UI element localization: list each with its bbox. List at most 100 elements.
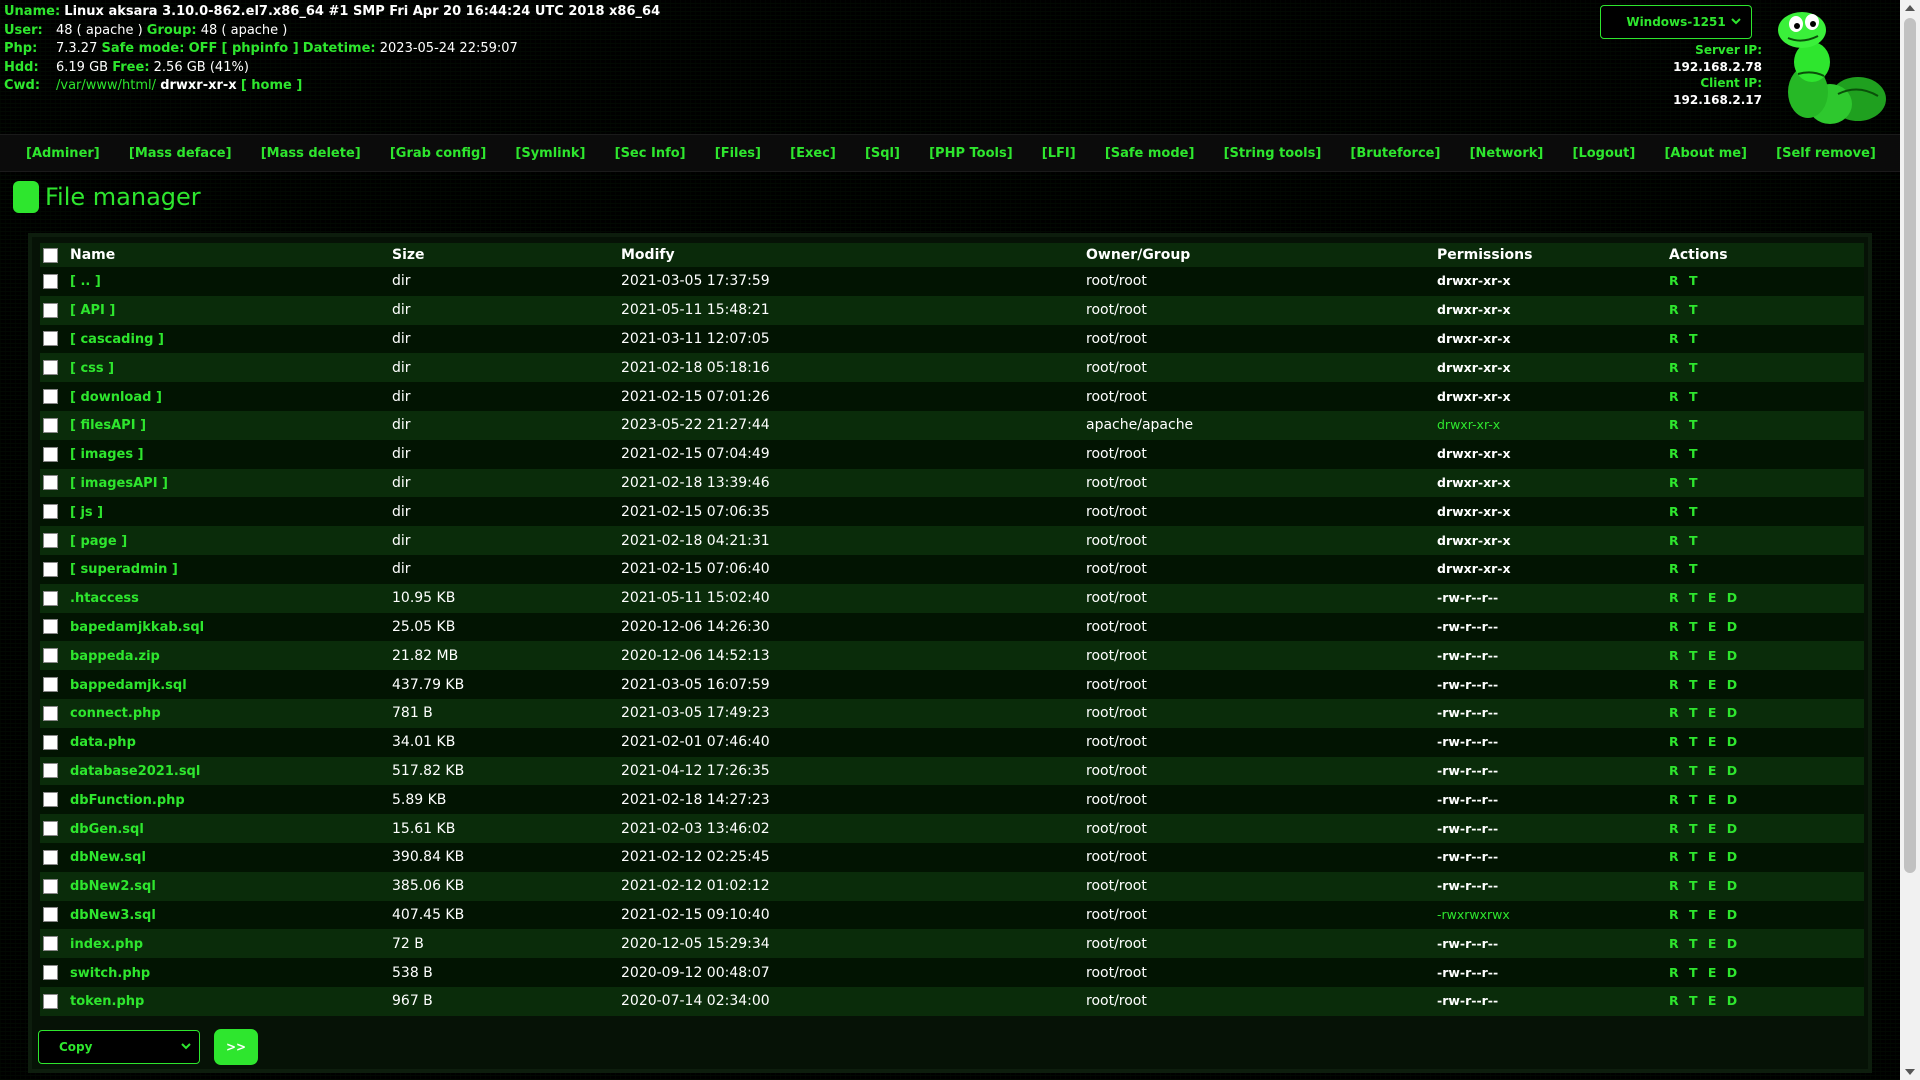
file-permissions-link[interactable]: -rw-r--r-- [1437,619,1498,634]
row-checkbox[interactable] [43,792,58,808]
file-actions[interactable]: R T [1669,561,1701,576]
file-name-link[interactable]: [ download ] [70,390,162,405]
bulk-go-button[interactable]: >> [214,1029,258,1065]
file-name-link[interactable]: [ imagesAPI ] [70,476,168,491]
row-checkbox[interactable] [43,993,58,1009]
file-actions[interactable]: R T E D [1669,993,1740,1008]
row-checkbox[interactable] [43,302,58,318]
column-header-owner[interactable]: Owner/Group [1086,243,1437,267]
file-name-link[interactable]: .htaccess [70,591,139,606]
file-actions[interactable]: R T [1669,504,1701,519]
file-permissions-link[interactable]: drwxr-xr-x [1437,446,1511,461]
file-actions[interactable]: R T E D [1669,648,1740,663]
file-name-link[interactable]: [ API ] [70,303,115,318]
row-checkbox[interactable] [43,878,58,894]
scroll-down-icon[interactable] [1905,1069,1915,1075]
file-permissions-link[interactable]: -rw-r--r-- [1437,849,1498,864]
file-permissions-link[interactable]: drwxr-xr-x [1437,533,1511,548]
row-checkbox[interactable] [43,705,58,721]
file-actions[interactable]: R T E D [1669,936,1740,951]
charset-select[interactable]: Windows-1251 [1600,5,1752,39]
home-link[interactable]: [ home ] [241,78,302,93]
file-permissions-link[interactable]: -rw-r--r-- [1437,677,1498,692]
row-checkbox[interactable] [43,417,58,433]
row-checkbox[interactable] [43,734,58,750]
select-all-checkbox[interactable] [43,247,58,263]
file-name-link[interactable]: bappedamjk.sql [70,678,187,693]
file-name-link[interactable]: dbNew.sql [70,850,146,865]
file-name-link[interactable]: data.php [70,735,136,750]
file-actions[interactable]: R T E D [1669,763,1740,778]
file-name-link[interactable]: database2021.sql [70,764,200,779]
row-checkbox[interactable] [43,561,58,577]
file-name-link[interactable]: connect.php [70,706,161,721]
file-permissions-link[interactable]: drwxr-xr-x [1437,475,1511,490]
file-name-link[interactable]: switch.php [70,966,150,981]
row-checkbox[interactable] [43,648,58,664]
file-name-link[interactable]: bapedamjkkab.sql [70,620,204,635]
file-permissions-link[interactable]: -rw-r--r-- [1437,705,1498,720]
menu-item-mass-delete[interactable]: [Mass delete] [261,146,361,161]
menu-item-string-tools[interactable]: [String tools] [1224,146,1322,161]
file-name-link[interactable]: [ .. ] [70,274,101,289]
file-actions[interactable]: R T E D [1669,590,1740,605]
file-permissions-link[interactable]: -rw-r--r-- [1437,878,1498,893]
row-checkbox[interactable] [43,590,58,606]
row-checkbox[interactable] [43,446,58,462]
bulk-action-select[interactable]: Copy [38,1030,200,1064]
file-permissions-link[interactable]: drwxr-xr-x [1437,360,1511,375]
file-actions[interactable]: R T [1669,417,1701,432]
menu-item-logout[interactable]: [Logout] [1573,146,1636,161]
file-name-link[interactable]: [ cascading ] [70,332,164,347]
file-name-link[interactable]: token.php [70,994,144,1009]
file-actions[interactable]: R T E D [1669,821,1740,836]
menu-item-exec[interactable]: [Exec] [790,146,836,161]
row-checkbox[interactable] [43,677,58,693]
menu-item-mass-deface[interactable]: [Mass deface] [129,146,232,161]
file-actions[interactable]: R T E D [1669,619,1740,634]
file-name-link[interactable]: [ images ] [70,447,144,462]
page-scrollbar[interactable] [1900,0,1920,1080]
file-name-link[interactable]: index.php [70,937,143,952]
file-permissions-link[interactable]: -rw-r--r-- [1437,763,1498,778]
file-name-link[interactable]: [ js ] [70,505,103,520]
menu-item-sql[interactable]: [Sql] [865,146,900,161]
column-header-size[interactable]: Size [392,243,621,267]
menu-item-symlink[interactable]: [Symlink] [515,146,585,161]
file-name-link[interactable]: bappeda.zip [70,649,160,664]
file-permissions-link[interactable]: -rwxrwxrwx [1437,907,1510,922]
file-permissions-link[interactable]: -rw-r--r-- [1437,590,1498,605]
file-actions[interactable]: R T [1669,273,1701,288]
row-checkbox[interactable] [43,360,58,376]
file-permissions-link[interactable]: drwxr-xr-x [1437,273,1511,288]
menu-item-about-me[interactable]: [About me] [1664,146,1747,161]
file-permissions-link[interactable]: drwxr-xr-x [1437,561,1511,576]
file-actions[interactable]: R T [1669,302,1701,317]
row-checkbox[interactable] [43,504,58,520]
file-permissions-link[interactable]: drwxr-xr-x [1437,389,1511,404]
row-checkbox[interactable] [43,331,58,347]
menu-item-sec-info[interactable]: [Sec Info] [615,146,686,161]
file-name-link[interactable]: [ superadmin ] [70,562,178,577]
menu-item-adminer[interactable]: [Adminer] [26,146,100,161]
row-checkbox[interactable] [43,475,58,491]
menu-item-safe-mode[interactable]: [Safe mode] [1105,146,1195,161]
file-name-link[interactable]: dbGen.sql [70,822,144,837]
file-actions[interactable]: R T [1669,475,1701,490]
file-name-link[interactable]: dbFunction.php [70,793,185,808]
row-checkbox[interactable] [43,619,58,635]
row-checkbox[interactable] [43,907,58,923]
file-actions[interactable]: R T [1669,533,1701,548]
file-actions[interactable]: R T [1669,331,1701,346]
file-name-link[interactable]: dbNew2.sql [70,879,156,894]
file-actions[interactable]: R T E D [1669,907,1740,922]
file-permissions-link[interactable]: drwxr-xr-x [1437,504,1511,519]
scroll-up-icon[interactable] [1905,5,1915,11]
menu-item-network[interactable]: [Network] [1470,146,1544,161]
file-name-link[interactable]: [ page ] [70,534,127,549]
file-permissions-link[interactable]: -rw-r--r-- [1437,792,1498,807]
file-actions[interactable]: R T E D [1669,878,1740,893]
menu-item-bruteforce[interactable]: [Bruteforce] [1350,146,1440,161]
menu-item-files[interactable]: [Files] [715,146,761,161]
file-actions[interactable]: R T E D [1669,849,1740,864]
